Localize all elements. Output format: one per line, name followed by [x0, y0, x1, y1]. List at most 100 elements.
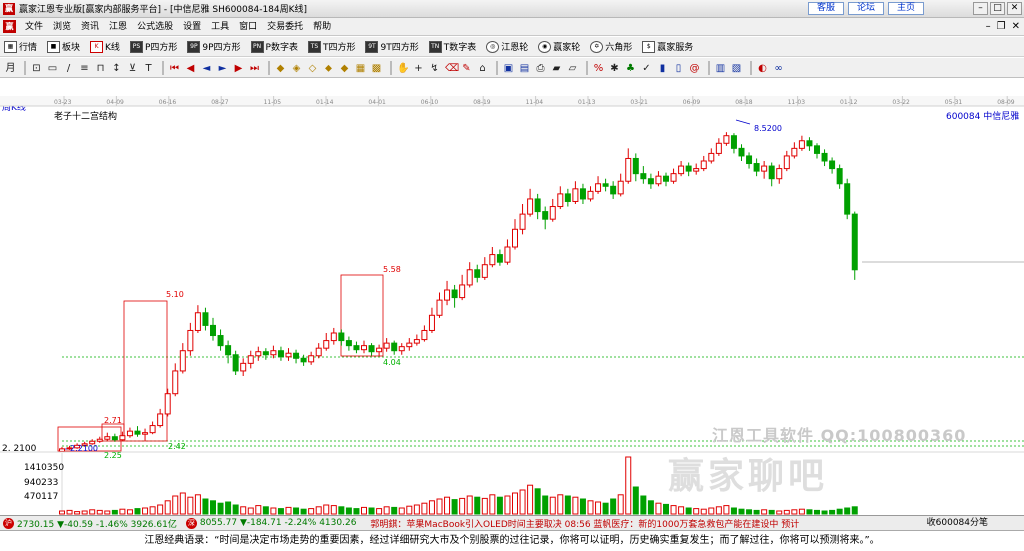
volume-bar [59, 510, 65, 515]
date-tick-label: 11-03 [788, 99, 806, 106]
candle-body [768, 165, 775, 180]
date-tick-label: 11-05 [264, 99, 282, 106]
watermark-logo: 赢家聊吧 [668, 456, 829, 497]
candle-body [194, 312, 201, 331]
candle-body [647, 178, 654, 185]
volume-bar [527, 484, 534, 515]
candle-body [413, 339, 420, 344]
candle-body [700, 160, 707, 170]
candle-body [723, 135, 730, 144]
volume-bar [768, 509, 775, 515]
candle-body [406, 342, 413, 348]
volume-bar [791, 509, 798, 515]
candle-body [179, 350, 186, 372]
volume-bar [142, 507, 149, 515]
volume-bar [821, 510, 828, 515]
candle-body [632, 157, 639, 175]
volume-bar [579, 498, 586, 515]
volume-bar [126, 509, 133, 515]
candle-body [119, 435, 126, 441]
volume-bar [428, 500, 435, 515]
candle-body [225, 345, 232, 356]
candle-body [134, 430, 141, 435]
volume-bar [285, 506, 292, 515]
volume-bar [255, 505, 262, 515]
sh-index-icon: 沪 [3, 517, 14, 529]
volume-bar [512, 492, 518, 515]
candle-body [512, 228, 518, 248]
candle-body [285, 352, 292, 358]
date-tick-label: 01-12 [840, 99, 858, 106]
candle-body [383, 342, 390, 349]
volume-bar [542, 495, 549, 515]
candle-body [240, 362, 247, 372]
candle-body [368, 345, 375, 353]
candle-body [323, 340, 330, 349]
candle-body [293, 352, 300, 359]
date-tick-label: 06-10 [421, 99, 439, 106]
volume-bar [398, 507, 405, 515]
candle-body [798, 140, 805, 149]
candle-body [730, 135, 737, 149]
volume-bar [595, 501, 602, 515]
volume-bar [851, 506, 858, 515]
volume-bar [338, 506, 345, 515]
candle-body [210, 324, 216, 337]
volume-bar [353, 508, 360, 515]
candle-body [444, 289, 451, 301]
volume-bar [345, 507, 352, 515]
volume-bar [240, 506, 247, 515]
volume-label-low: 470117 [24, 492, 59, 502]
candle-body [542, 211, 549, 220]
candle-body [59, 448, 65, 452]
candle-body [466, 269, 473, 286]
volume-bar [519, 489, 526, 515]
candle-body [572, 188, 579, 202]
candle-body [504, 246, 511, 263]
candle-body [172, 370, 179, 395]
candle-body [330, 332, 337, 342]
candle-body [625, 157, 632, 182]
candle-body [655, 175, 662, 185]
candle-body [602, 183, 609, 187]
date-tick-label: 04-09 [106, 99, 124, 106]
candle-body [353, 345, 360, 351]
volume-bar [134, 508, 141, 515]
volume-bar [670, 505, 677, 515]
candle-body [527, 198, 534, 215]
candle-body [761, 165, 768, 172]
candle-body [247, 355, 254, 364]
candle-body [617, 180, 624, 195]
volume-bar [277, 508, 284, 515]
volume-bar [89, 509, 96, 515]
volume-bar [678, 506, 685, 515]
candle-body [255, 351, 262, 357]
sh-index-value: 2730.15 ▼-40.59 -1.46% 3926.61亿 [17, 519, 177, 530]
volume-bar [444, 496, 451, 515]
volume-bar [300, 508, 307, 515]
candle-body [791, 147, 798, 157]
status-bar: 沪 2730.15 ▼-40.59 -1.46% 3926.61亿 深 8055… [0, 515, 1024, 530]
candle-body [685, 165, 692, 172]
status-right[interactable]: 收600084分笔 [924, 516, 988, 530]
candle-body [376, 347, 383, 353]
label-box4-bottom: 4.04 [383, 358, 401, 367]
label-box4-top: 5.58 [383, 265, 401, 274]
candle-body [270, 350, 277, 356]
date-tick-label: 03-21 [630, 99, 648, 106]
candle-body [587, 190, 594, 200]
candle-body [345, 340, 352, 347]
volume-bar [504, 495, 511, 515]
candle-body [821, 152, 828, 162]
volume-bar [572, 496, 579, 515]
volume-bar [421, 502, 428, 515]
date-tick-label: 08-18 [735, 99, 753, 106]
volume-bar [413, 504, 420, 515]
candle-body [776, 168, 783, 180]
date-tick-label: 04-01 [368, 99, 386, 106]
volume-bar [323, 504, 330, 515]
date-tick-label: 01-13 [578, 99, 596, 106]
news-ticker[interactable]: 郭明錤：苹果MacBook引入OLED时间主要取决 08:56 蓝帆医疗：新的1… [370, 517, 799, 530]
candle-body [481, 264, 488, 278]
volume-bar [225, 501, 232, 515]
